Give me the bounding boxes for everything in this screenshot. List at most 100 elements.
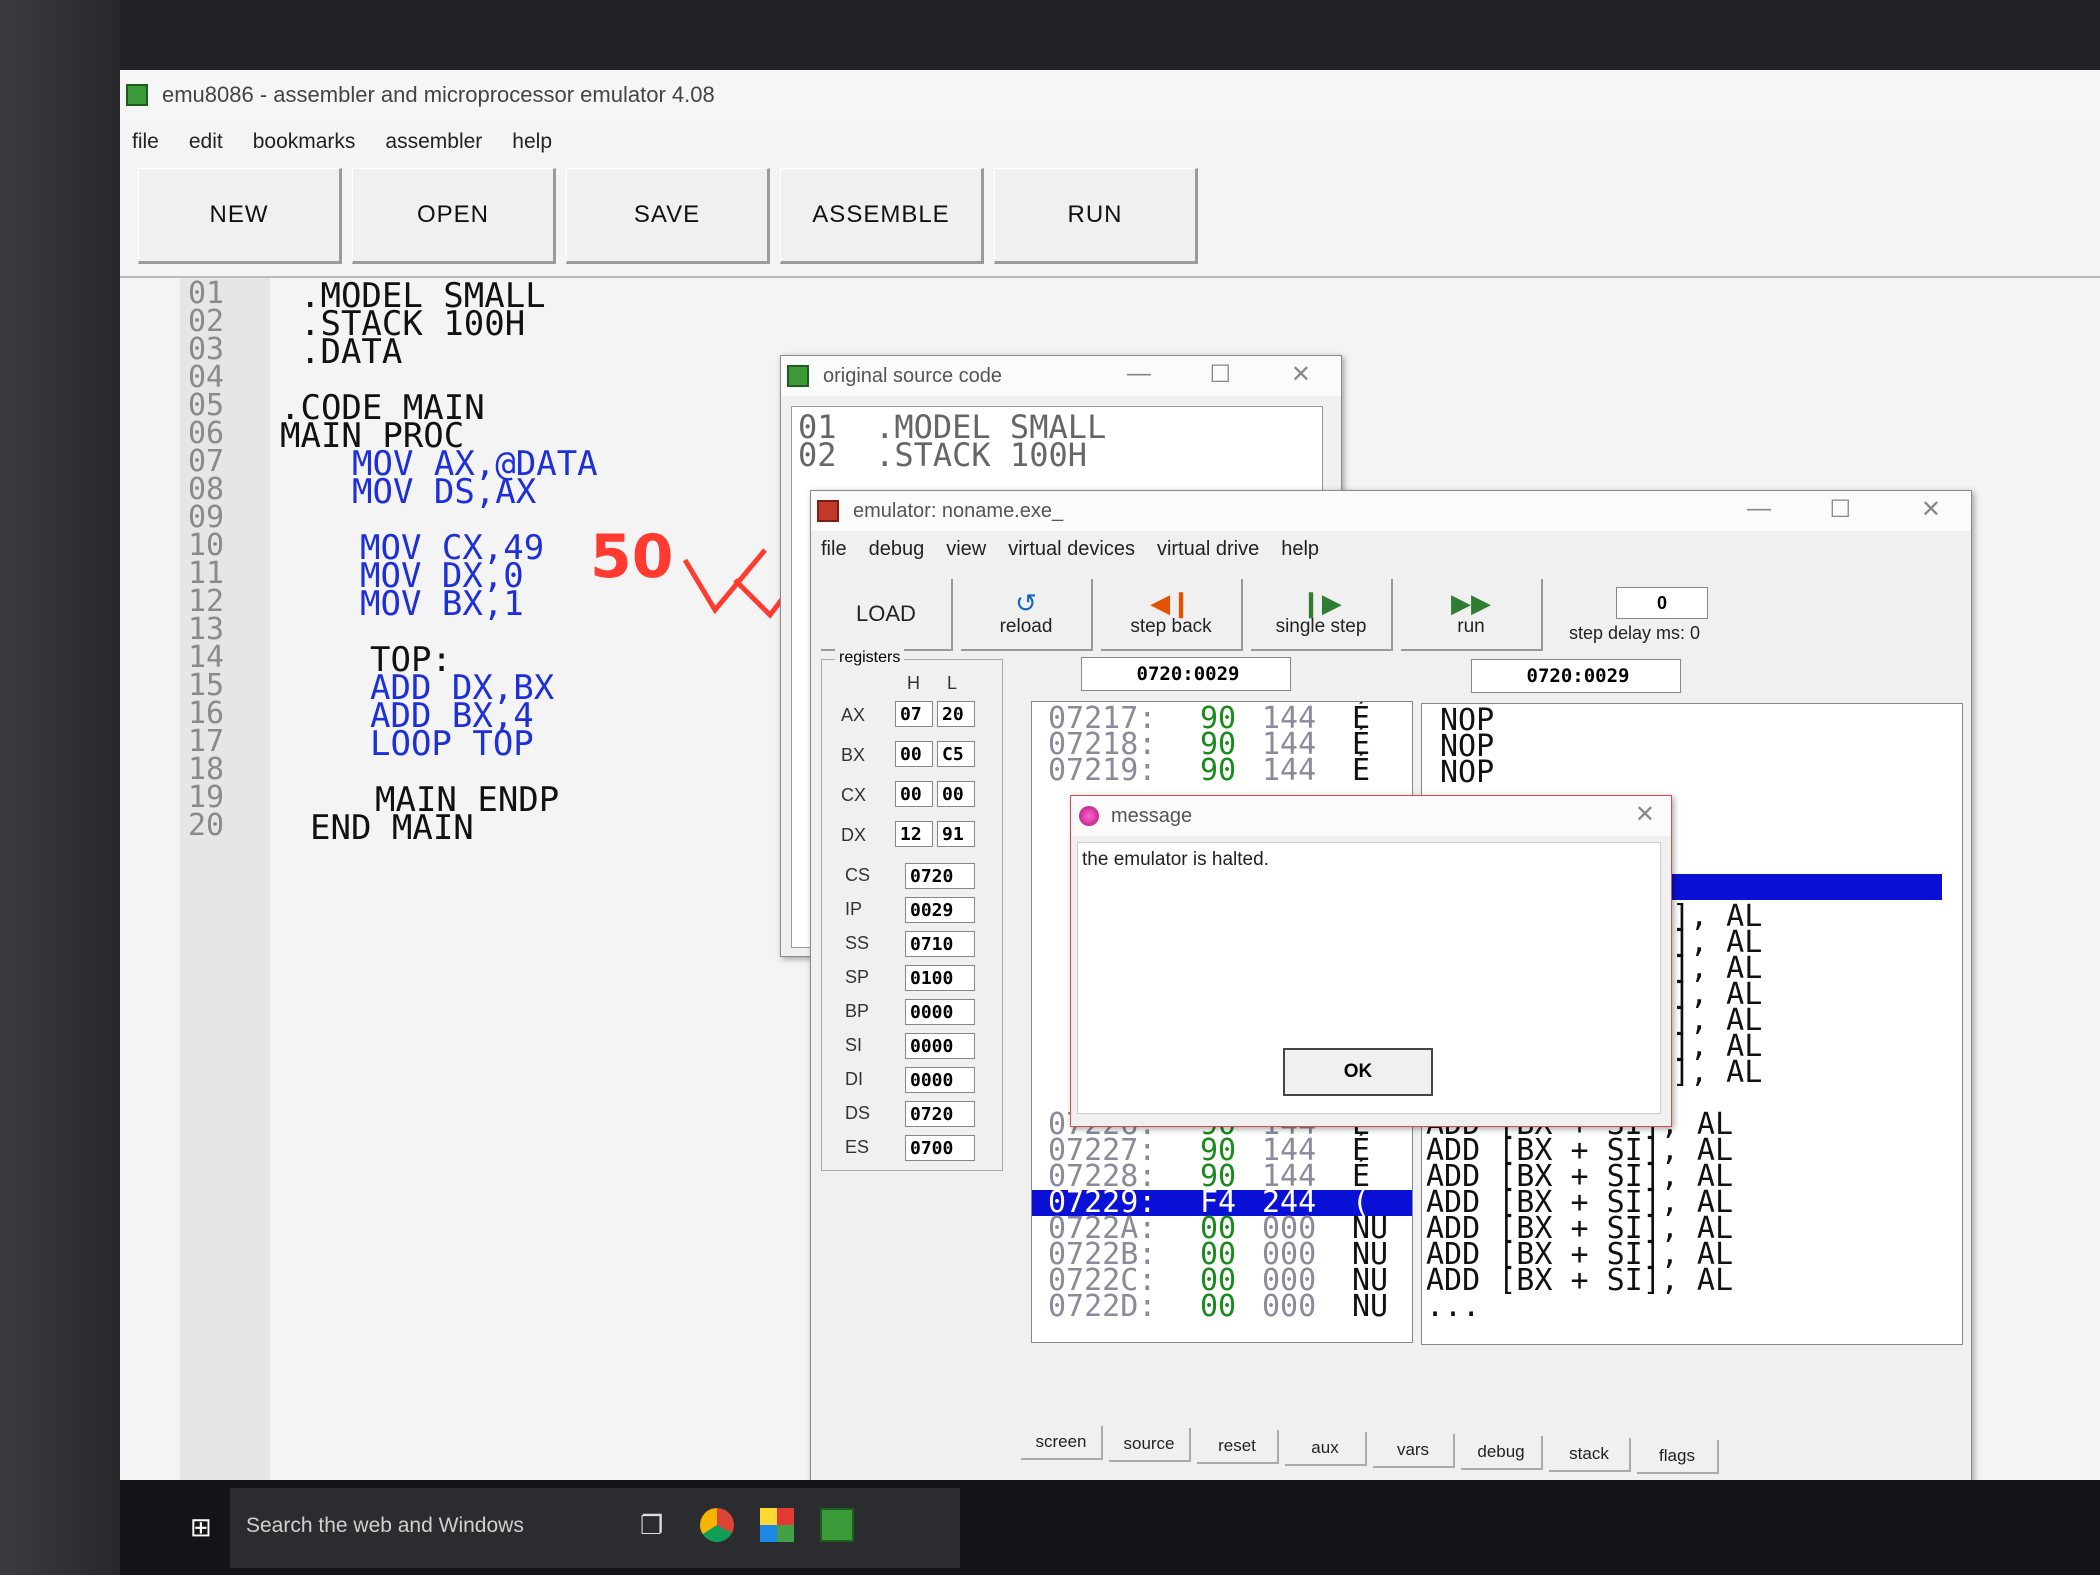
register-name: CX bbox=[841, 785, 867, 805]
maximize-icon[interactable]: ☐ bbox=[1829, 495, 1851, 524]
chip-icon bbox=[787, 365, 809, 387]
maximize-icon[interactable]: ☐ bbox=[1209, 360, 1231, 389]
run-button[interactable]: RUN bbox=[994, 168, 1198, 264]
code-line: MOV DS,AX bbox=[352, 472, 537, 512]
register-name: AX bbox=[841, 705, 866, 725]
task-view-icon[interactable]: ❐ bbox=[640, 1510, 663, 1541]
menu-bookmarks[interactable]: bookmarks bbox=[253, 130, 356, 154]
reset-tab[interactable]: reset bbox=[1197, 1430, 1279, 1464]
step-back-icon: ◀❙ bbox=[1150, 588, 1192, 618]
register-value[interactable]: 0000 bbox=[905, 1033, 975, 1059]
register-value[interactable]: 0700 bbox=[905, 1135, 975, 1161]
flags-tab[interactable]: flags bbox=[1637, 1440, 1719, 1474]
register-value[interactable]: 0720 bbox=[905, 863, 975, 889]
register-value[interactable]: 0100 bbox=[905, 965, 975, 991]
source-tab[interactable]: source bbox=[1109, 1428, 1191, 1462]
menu-assembler[interactable]: assembler bbox=[385, 130, 482, 154]
vars-tab[interactable]: vars bbox=[1373, 1434, 1455, 1468]
menu-file[interactable]: file bbox=[132, 130, 159, 154]
step-back-button[interactable]: ◀❙ step back bbox=[1101, 579, 1243, 651]
menu-help[interactable]: help bbox=[512, 130, 552, 154]
close-icon[interactable]: ✕ bbox=[1921, 495, 1941, 524]
minimize-icon[interactable]: — bbox=[1747, 495, 1771, 523]
memory-dec: 144 bbox=[1262, 753, 1317, 788]
register-high[interactable]: 07 bbox=[895, 701, 933, 727]
source-window-titlebar: original source code — ☐ ✕ bbox=[781, 356, 1341, 396]
register-high[interactable]: 00 bbox=[895, 781, 933, 807]
chrome-icon[interactable] bbox=[700, 1508, 734, 1542]
step-delay-input[interactable]: 0 bbox=[1616, 587, 1708, 619]
register-value[interactable]: 0000 bbox=[905, 999, 975, 1025]
open-button[interactable]: OPEN bbox=[352, 168, 556, 264]
emu-menu-debug[interactable]: debug bbox=[869, 538, 925, 561]
load-button[interactable]: LOAD bbox=[821, 579, 953, 651]
register-low[interactable]: 00 bbox=[937, 781, 975, 807]
register-name: BX bbox=[841, 745, 866, 765]
new-button[interactable]: NEW bbox=[138, 168, 342, 264]
reload-button[interactable]: ↺ reload bbox=[961, 579, 1093, 651]
register-name: CS bbox=[845, 865, 871, 885]
screen-tab[interactable]: screen bbox=[1021, 1426, 1103, 1460]
current-disasm-highlight bbox=[1642, 874, 1942, 900]
search-placeholder: Search the web and Windows bbox=[246, 1514, 524, 1537]
emu-menu-virtual-devices[interactable]: virtual devices bbox=[1008, 538, 1135, 561]
register-value[interactable]: 0000 bbox=[905, 1067, 975, 1093]
emu-menu-virtual-drive[interactable]: virtual drive bbox=[1157, 538, 1259, 561]
emulator-menubar: file debug view virtual devices virtual … bbox=[811, 531, 1971, 567]
register-name: DX bbox=[841, 825, 867, 845]
register-name: SP bbox=[845, 967, 870, 987]
emu8086-icon[interactable] bbox=[820, 1508, 854, 1542]
message-titlebar: message ✕ bbox=[1071, 796, 1671, 836]
menu-edit[interactable]: edit bbox=[189, 130, 223, 154]
register-low[interactable]: 20 bbox=[937, 701, 975, 727]
windows-start-icon[interactable]: ⊞ bbox=[190, 1512, 212, 1543]
debug-tab[interactable]: debug bbox=[1461, 1436, 1543, 1470]
register-value[interactable]: 0720 bbox=[905, 1101, 975, 1127]
emu-menu-view[interactable]: view bbox=[946, 538, 986, 561]
message-title: message bbox=[1111, 804, 1193, 827]
emu-menu-help[interactable]: help bbox=[1281, 538, 1319, 561]
register-value[interactable]: 0029 bbox=[905, 897, 975, 923]
single-step-icon: ❙▶ bbox=[1300, 588, 1342, 618]
save-button[interactable]: SAVE bbox=[566, 168, 770, 264]
chip-icon bbox=[817, 500, 839, 522]
single-step-button[interactable]: ❙▶ single step bbox=[1251, 579, 1393, 651]
assemble-button[interactable]: ASSEMBLE bbox=[780, 168, 984, 264]
taskbar: ⊞ Search the web and Windows ❐ bbox=[120, 1480, 2100, 1575]
register-name: SS bbox=[845, 933, 870, 953]
memory-address: 0722D: bbox=[1048, 1289, 1157, 1324]
message-dialog[interactable]: message ✕ the emulator is halted. OK bbox=[1070, 795, 1672, 1127]
minimize-icon[interactable]: — bbox=[1127, 360, 1151, 388]
register-high[interactable]: 12 bbox=[895, 821, 933, 847]
ok-button[interactable]: OK bbox=[1283, 1048, 1433, 1096]
chip-icon bbox=[126, 84, 148, 106]
reload-icon: ↺ bbox=[1015, 588, 1037, 618]
memory-char: NU bbox=[1352, 1289, 1389, 1324]
run-icon: ▶▶ bbox=[1451, 588, 1491, 618]
register-low[interactable]: C5 bbox=[937, 741, 975, 767]
register-high[interactable]: 00 bbox=[895, 741, 933, 767]
run-button[interactable]: ▶▶ run bbox=[1401, 579, 1543, 651]
store-icon[interactable] bbox=[760, 1508, 794, 1542]
code-line: MOV BX,1 bbox=[360, 584, 524, 624]
app-title: emu8086 - assembler and microprocessor e… bbox=[162, 82, 715, 107]
close-icon[interactable]: ✕ bbox=[1291, 360, 1311, 389]
disasm-address-input[interactable]: 0720:0029 bbox=[1471, 659, 1681, 693]
code-line: .DATA bbox=[300, 332, 403, 372]
monitor-bezel-left bbox=[0, 0, 120, 1575]
stack-tab[interactable]: stack bbox=[1549, 1438, 1631, 1472]
memory-address: 07219: bbox=[1048, 753, 1157, 788]
aux-tab[interactable]: aux bbox=[1285, 1432, 1367, 1466]
register-value[interactable]: 0710 bbox=[905, 931, 975, 957]
emu-menu-file[interactable]: file bbox=[821, 538, 847, 561]
line-number: 20 bbox=[188, 808, 225, 843]
close-icon[interactable]: ✕ bbox=[1635, 800, 1655, 829]
register-low[interactable]: 91 bbox=[937, 821, 975, 847]
code-line: END MAIN bbox=[310, 808, 474, 848]
message-icon bbox=[1079, 806, 1099, 826]
registers-label: registers bbox=[835, 649, 905, 667]
screen: emu8086 - assembler and microprocessor e… bbox=[120, 70, 2100, 1575]
memory-address-input[interactable]: 0720:0029 bbox=[1081, 657, 1291, 691]
disasm-line: NOP bbox=[1440, 755, 1495, 790]
step-back-label: step back bbox=[1130, 616, 1212, 637]
